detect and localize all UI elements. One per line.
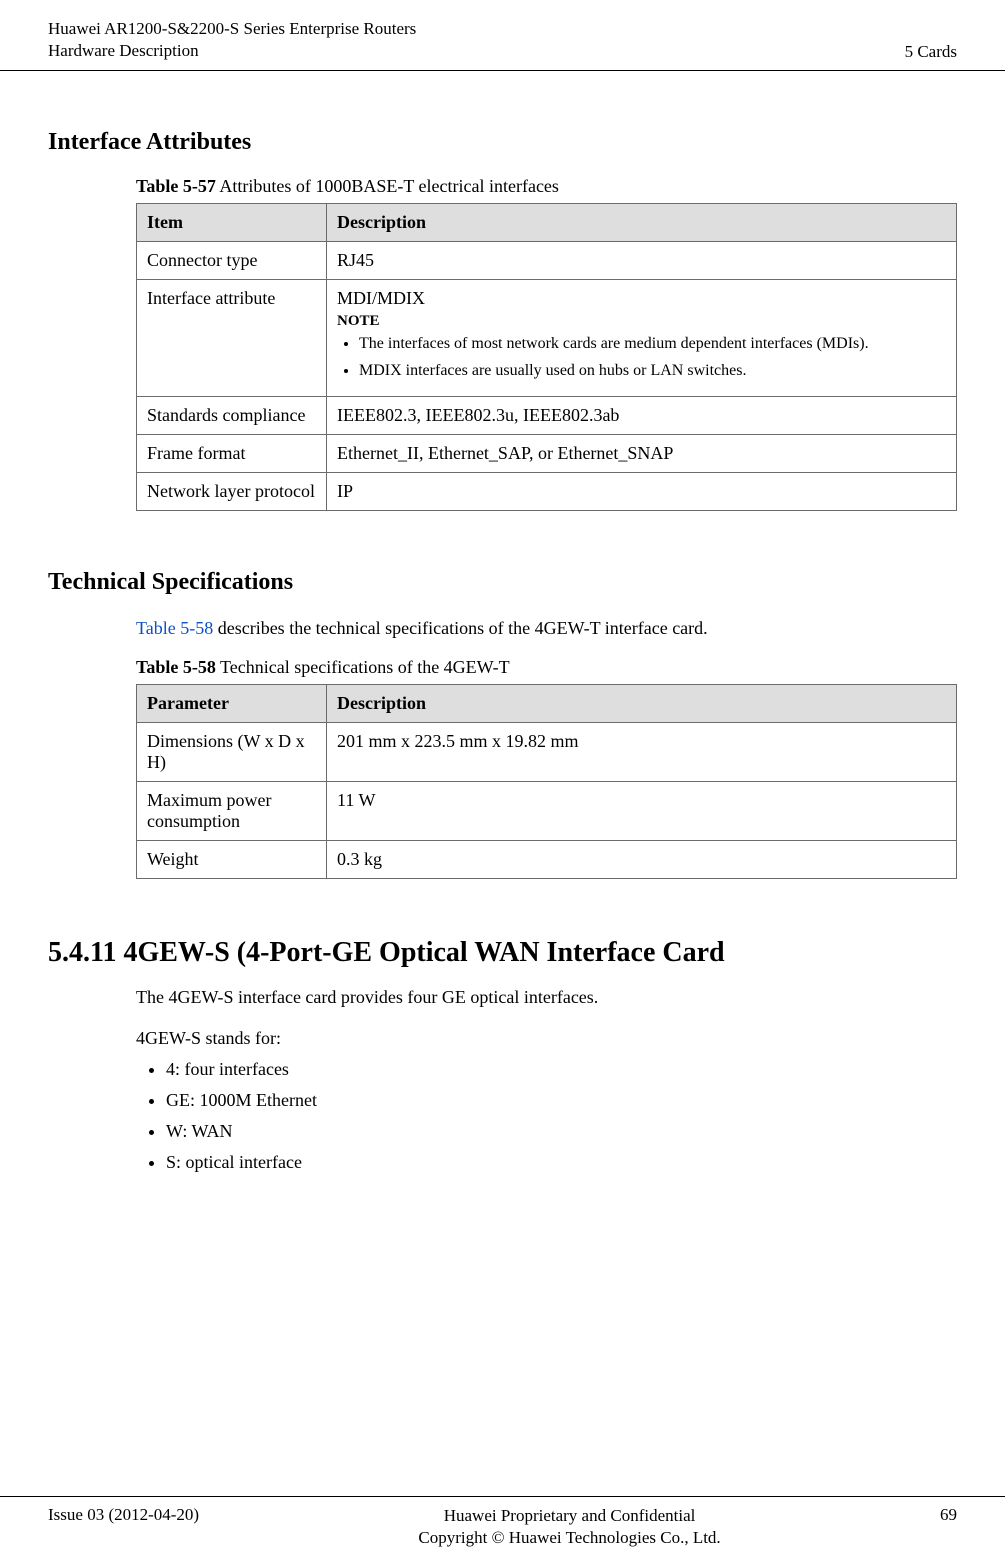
note-list: The interfaces of most network cards are… bbox=[337, 334, 946, 382]
chapter-4gew-s-body: The 4GEW-S interface card provides four … bbox=[136, 985, 957, 1173]
chapter-para-1: The 4GEW-S interface card provides four … bbox=[136, 985, 957, 1010]
td-desc: 0.3 kg bbox=[327, 840, 957, 878]
list-item: 4: four interfaces bbox=[166, 1059, 957, 1080]
table-5-58-caption: Table 5-58 Technical specifications of t… bbox=[136, 657, 957, 678]
page-content: Interface Attributes Table 5-57 Attribut… bbox=[0, 129, 1005, 1173]
td-desc: MDI/MDIX NOTE The interfaces of most net… bbox=[327, 280, 957, 397]
td-desc-main: MDI/MDIX bbox=[337, 288, 946, 309]
table-row: Interface attribute MDI/MDIX NOTE The in… bbox=[137, 280, 957, 397]
list-item: GE: 1000M Ethernet bbox=[166, 1090, 957, 1111]
table-row: Standards compliance IEEE802.3, IEEE802.… bbox=[137, 396, 957, 434]
td-desc: IEEE802.3, IEEE802.3u, IEEE802.3ab bbox=[327, 396, 957, 434]
footer-center-line2: Copyright © Huawei Technologies Co., Ltd… bbox=[418, 1527, 720, 1549]
td-item: Frame format bbox=[137, 434, 327, 472]
header-title-line1: Huawei AR1200-S&2200-S Series Enterprise… bbox=[48, 18, 416, 40]
td-desc: 11 W bbox=[327, 781, 957, 840]
td-param: Maximum power consumption bbox=[137, 781, 327, 840]
chapter-heading-4gew-s: 5.4.11 4GEW-S (4-Port-GE Optical WAN Int… bbox=[48, 937, 957, 969]
note-label: NOTE bbox=[337, 313, 946, 330]
table-row: Weight 0.3 kg bbox=[137, 840, 957, 878]
td-param: Dimensions (W x D x H) bbox=[137, 722, 327, 781]
table-5-58: Parameter Description Dimensions (W x D … bbox=[136, 684, 957, 879]
header-title-line2: Hardware Description bbox=[48, 40, 416, 62]
list-item: The interfaces of most network cards are… bbox=[359, 334, 946, 355]
page-footer: Issue 03 (2012-04-20) Huawei Proprietary… bbox=[0, 1496, 1005, 1549]
td-desc: 201 mm x 223.5 mm x 19.82 mm bbox=[327, 722, 957, 781]
table-5-57-caption-label: Table 5-57 bbox=[136, 176, 216, 196]
footer-page-number: 69 bbox=[940, 1505, 957, 1525]
section-heading-interface-attributes: Interface Attributes bbox=[48, 129, 957, 156]
table-5-57-caption: Table 5-57 Attributes of 1000BASE-T elec… bbox=[136, 176, 957, 197]
table-row: Frame format Ethernet_II, Ethernet_SAP, … bbox=[137, 434, 957, 472]
footer-center: Huawei Proprietary and Confidential Copy… bbox=[418, 1505, 720, 1549]
list-item: MDIX interfaces are usually used on hubs… bbox=[359, 361, 946, 382]
table-5-58-link[interactable]: Table 5-58 bbox=[136, 618, 213, 638]
td-param: Weight bbox=[137, 840, 327, 878]
table-5-57: Item Description Connector type RJ45 Int… bbox=[136, 203, 957, 511]
th-description: Description bbox=[327, 204, 957, 242]
td-desc: Ethernet_II, Ethernet_SAP, or Ethernet_S… bbox=[327, 434, 957, 472]
tech-specs-intro-rest: describes the technical specifications o… bbox=[213, 618, 707, 638]
header-left: Huawei AR1200-S&2200-S Series Enterprise… bbox=[48, 18, 416, 62]
footer-center-line1: Huawei Proprietary and Confidential bbox=[418, 1505, 720, 1527]
table-5-57-caption-text: Attributes of 1000BASE-T electrical inte… bbox=[216, 176, 559, 196]
td-desc: RJ45 bbox=[327, 242, 957, 280]
table-row: Item Description bbox=[137, 204, 957, 242]
table-5-58-caption-text: Technical specifications of the 4GEW-T bbox=[216, 657, 510, 677]
chapter-para-2: 4GEW-S stands for: bbox=[136, 1026, 957, 1051]
table-row: Network layer protocol IP bbox=[137, 472, 957, 510]
td-desc: IP bbox=[327, 472, 957, 510]
section-heading-tech-specs: Technical Specifications bbox=[48, 569, 957, 596]
table-row: Parameter Description bbox=[137, 684, 957, 722]
table-row: Connector type RJ45 bbox=[137, 242, 957, 280]
table-5-57-block: Table 5-57 Attributes of 1000BASE-T elec… bbox=[136, 176, 957, 511]
footer-left: Issue 03 (2012-04-20) bbox=[48, 1505, 199, 1525]
th-parameter: Parameter bbox=[137, 684, 327, 722]
table-row: Maximum power consumption 11 W bbox=[137, 781, 957, 840]
td-item: Network layer protocol bbox=[137, 472, 327, 510]
page-header: Huawei AR1200-S&2200-S Series Enterprise… bbox=[0, 0, 1005, 71]
tech-specs-intro: Table 5-58 describes the technical speci… bbox=[136, 616, 957, 641]
th-item: Item bbox=[137, 204, 327, 242]
list-item: S: optical interface bbox=[166, 1152, 957, 1173]
td-item: Standards compliance bbox=[137, 396, 327, 434]
tech-specs-block: Table 5-58 describes the technical speci… bbox=[136, 616, 957, 879]
stands-for-list: 4: four interfaces GE: 1000M Ethernet W:… bbox=[136, 1059, 957, 1173]
list-item: W: WAN bbox=[166, 1121, 957, 1142]
th-description: Description bbox=[327, 684, 957, 722]
td-item: Interface attribute bbox=[137, 280, 327, 397]
td-item: Connector type bbox=[137, 242, 327, 280]
table-row: Dimensions (W x D x H) 201 mm x 223.5 mm… bbox=[137, 722, 957, 781]
table-5-58-caption-label: Table 5-58 bbox=[136, 657, 216, 677]
header-right: 5 Cards bbox=[905, 42, 957, 62]
